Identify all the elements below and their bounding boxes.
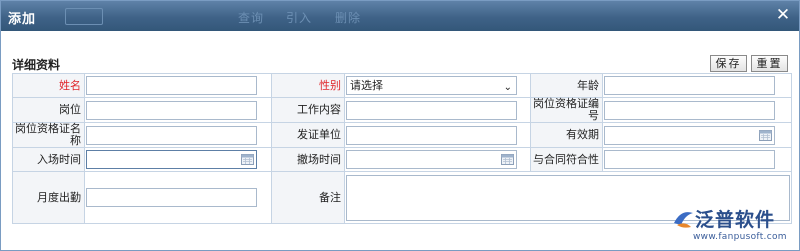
position-input[interactable]: [86, 100, 257, 120]
logo-brand-text: 泛普软件: [695, 209, 776, 231]
remarks-label: 备注: [271, 171, 345, 224]
gender-select-value: 请选择: [350, 79, 383, 92]
logo-url-text: www.fanpusoft.com: [693, 232, 787, 242]
validity-label: 有效期: [530, 122, 603, 148]
save-button[interactable]: 保存: [710, 55, 747, 72]
background-import-button: 引入: [286, 11, 313, 25]
contract-match-label: 与合同符合性: [530, 147, 603, 172]
calendar-icon[interactable]: [759, 129, 772, 141]
calendar-icon[interactable]: [501, 154, 514, 165]
logo-mark-icon: [674, 212, 693, 228]
gender-select[interactable]: 请选择 ⌄: [346, 76, 517, 95]
section-title: 详细资料: [12, 58, 61, 72]
background-select: [65, 8, 103, 25]
job-content-input[interactable]: [346, 100, 517, 120]
calendar-icon[interactable]: [241, 154, 254, 165]
chevron-down-icon: ⌄: [503, 82, 512, 93]
name-label: 姓名: [12, 73, 85, 98]
exit-time-date-input[interactable]: [346, 150, 517, 169]
close-icon[interactable]: ✕: [775, 7, 791, 24]
add-dialog: 查询 引入 删除 添加 ✕ 详细资料 保存 重置 姓名 性别 请选择 ⌄ 年龄 岗…: [0, 0, 800, 251]
cert-number-input[interactable]: [604, 100, 775, 120]
age-label: 年龄: [530, 73, 603, 98]
age-input[interactable]: [604, 76, 775, 95]
cert-number-label: 岗位资格证编号: [530, 97, 603, 123]
job-content-label: 工作内容: [271, 97, 345, 123]
title-bar: 查询 引入 删除 添加 ✕: [1, 1, 799, 31]
background-query-button: 查询: [238, 11, 265, 25]
cert-name-input[interactable]: [86, 125, 257, 145]
entry-time-label: 入场时间: [12, 147, 85, 172]
issuer-input[interactable]: [346, 125, 517, 145]
gender-label: 性别: [271, 73, 345, 98]
reset-button[interactable]: 重置: [751, 55, 788, 72]
entry-time-date-input[interactable]: [86, 150, 257, 169]
background-delete-button: 删除: [335, 11, 362, 25]
monthly-attendance-input[interactable]: [86, 188, 257, 207]
exit-time-label: 撤场时间: [271, 147, 345, 172]
cert-name-label: 岗位资格证名称: [12, 122, 85, 148]
contract-match-input[interactable]: [604, 150, 775, 169]
validity-date-input[interactable]: [604, 125, 775, 145]
brand-logo: 泛普软件 www.fanpusoft.com: [671, 201, 796, 249]
issuer-label: 发证单位: [271, 122, 345, 148]
dialog-title: 添加: [8, 12, 37, 27]
monthly-attendance-label: 月度出勤: [12, 171, 85, 224]
position-label: 岗位: [12, 97, 85, 123]
name-input[interactable]: [86, 76, 257, 95]
